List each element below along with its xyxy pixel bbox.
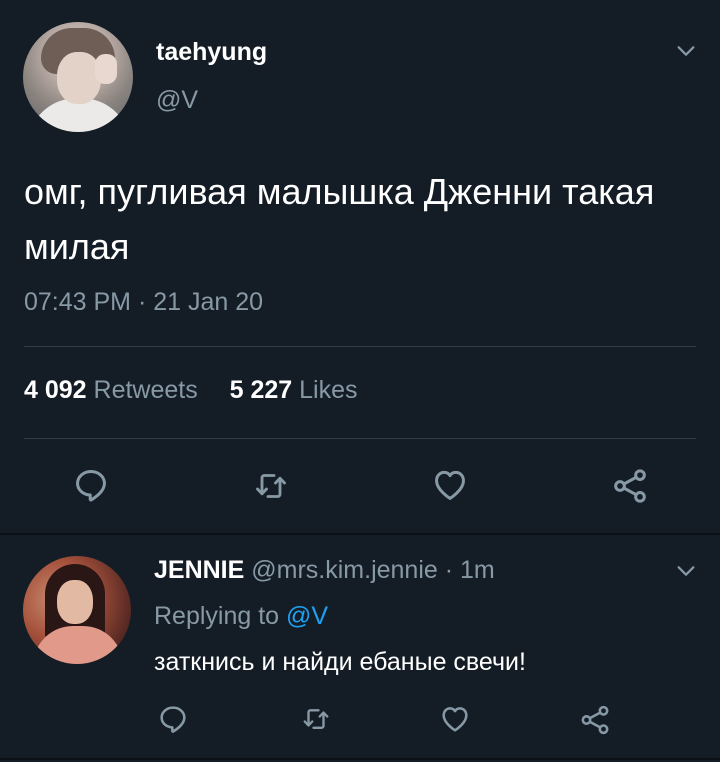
chevron-down-icon[interactable] [675,40,697,62]
replying-mention[interactable]: @V [286,602,328,630]
retweet-icon[interactable] [298,704,334,734]
retweet-icon[interactable] [250,468,292,504]
avatar-face [57,580,93,624]
avatar-face [57,52,101,104]
thread-divider [0,533,720,535]
author-name[interactable]: taehyung [156,38,267,67]
reply-icon[interactable] [72,466,110,504]
share-icon[interactable] [578,703,612,737]
share-icon[interactable] [610,466,650,506]
chevron-down-icon[interactable] [675,560,697,582]
retweets-count[interactable]: 4 092 [24,376,87,404]
main-tweet: taehyung @V омг, пугливая малышка Дженни… [0,0,720,533]
author-handle[interactable]: @V [156,86,198,115]
reply-text: заткнись и найди ебаные свечи! [154,648,526,676]
tweet-text: омг, пугливая малышка Дженни такая милая [24,171,655,267]
avatar-hand [95,54,117,84]
like-icon[interactable] [430,466,470,504]
reply-author-name[interactable]: JENNIE [154,556,244,584]
likes-count[interactable]: 5 227 [230,376,293,404]
replying-label: Replying to [154,602,287,630]
reply-author-handle[interactable]: @mrs.kim.jennie [251,556,438,584]
reply-separator: · [437,556,461,584]
retweets-label[interactable]: Retweets [94,376,198,404]
like-icon[interactable] [439,703,471,735]
tweet-stats: 4 092 Retweets 5 227 Likes [24,376,358,405]
reply-time[interactable]: 1m [460,556,495,584]
reply-author-avatar[interactable] [23,556,131,664]
reply-icon[interactable] [157,703,189,735]
likes-label[interactable]: Likes [299,376,357,404]
divider [24,438,696,439]
reply-header: JENNIE @mrs.kim.jennie · 1m [154,556,495,585]
divider [24,346,696,347]
tweet-timestamp[interactable]: 07:43 PM · 21 Jan 20 [24,288,263,317]
author-avatar[interactable] [23,22,133,132]
bottom-divider [0,758,720,760]
replying-to: Replying to @V [154,602,328,631]
